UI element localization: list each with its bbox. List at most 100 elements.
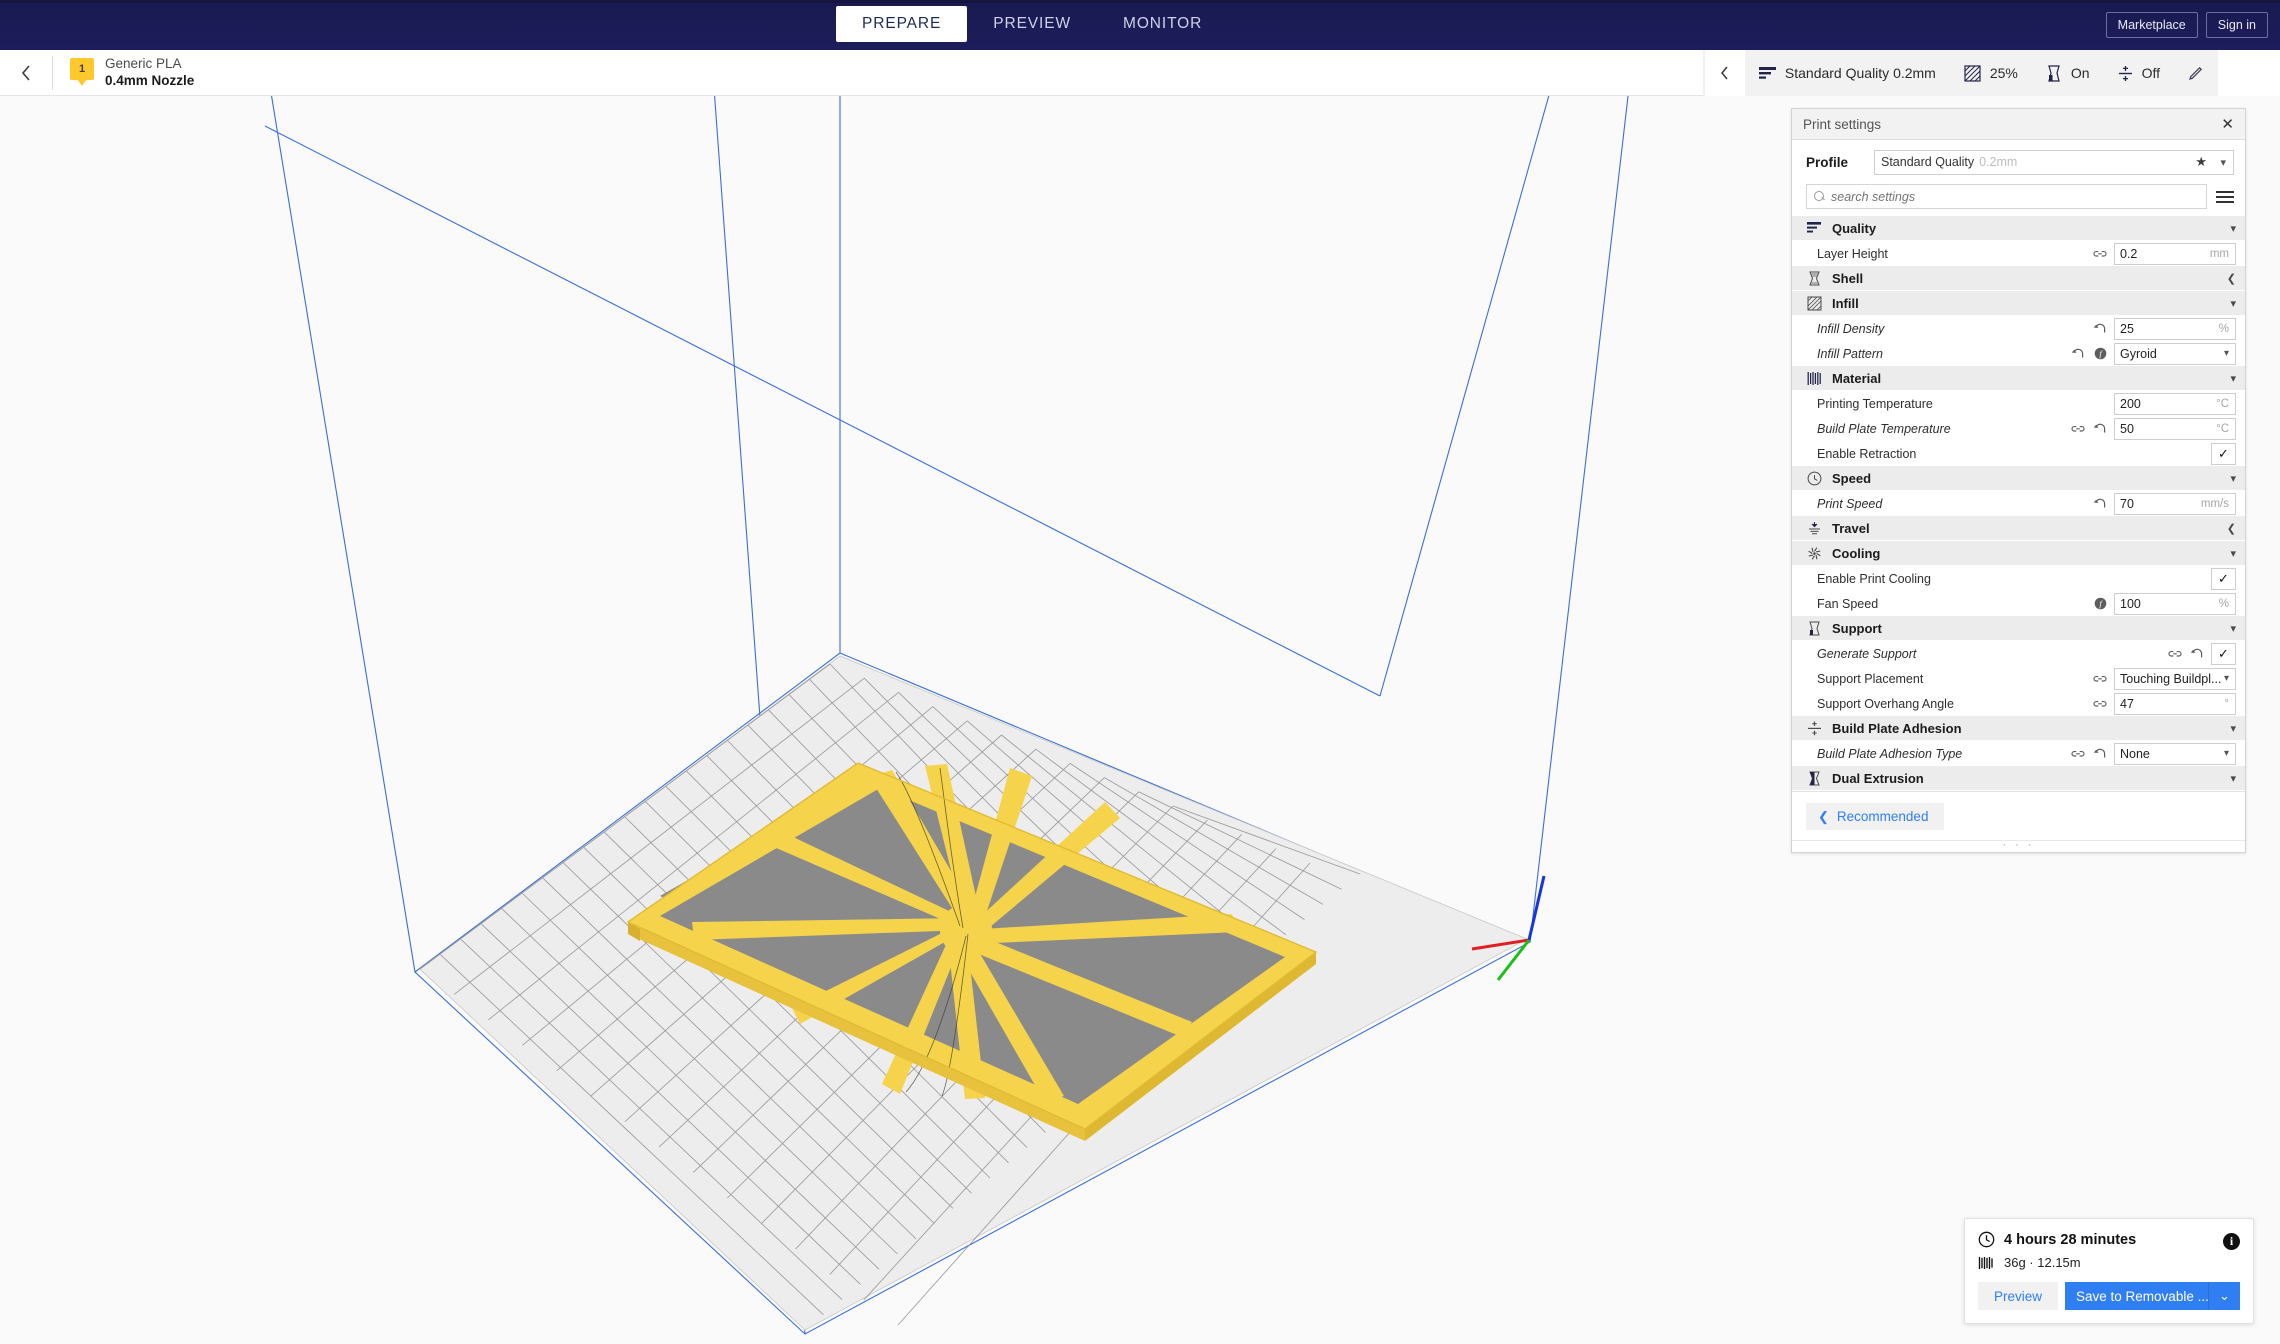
profile-dropdown[interactable]: Standard Quality 0.2mm ★ ▾: [1874, 150, 2234, 175]
reset-icon[interactable]: [2093, 422, 2107, 435]
formula-icon[interactable]: f: [2093, 347, 2107, 361]
setting-select[interactable]: Touching Buildpl...▾: [2114, 668, 2236, 690]
reset-icon[interactable]: [2190, 647, 2204, 660]
setting-value-input[interactable]: 70mm/s: [2114, 493, 2236, 515]
search-settings-box[interactable]: [1806, 184, 2207, 209]
summary-profile[interactable]: Standard Quality 0.2mm: [1745, 50, 1950, 96]
chevron-down-icon[interactable]: ▾: [2230, 622, 2236, 635]
chevron-down-icon[interactable]: ▾: [2230, 372, 2236, 385]
setting-row[interactable]: Support Overhang Angle47°: [1792, 691, 2245, 716]
link-icon[interactable]: [2071, 422, 2085, 436]
setting-row[interactable]: Enable Print Cooling✓: [1792, 566, 2245, 591]
setting-select[interactable]: Gyroid▾: [2114, 343, 2236, 365]
reset-icon[interactable]: [2093, 497, 2107, 511]
chevron-down-icon[interactable]: ▾: [2220, 156, 2226, 169]
settings-category-build-plate-adhesion[interactable]: Build Plate Adhesion▾: [1792, 716, 2245, 741]
tab-preview[interactable]: PREVIEW: [967, 6, 1097, 42]
chevron-down-icon[interactable]: ▾: [2224, 748, 2229, 759]
setting-row[interactable]: Generate Support✓: [1792, 641, 2245, 666]
settings-category-quality[interactable]: Quality▾: [1792, 216, 2245, 241]
setting-row[interactable]: Printing Temperature200°C: [1792, 391, 2245, 416]
setting-checkbox[interactable]: ✓: [2211, 443, 2236, 465]
summary-adhesion[interactable]: Off: [2104, 50, 2174, 96]
chevron-down-icon[interactable]: ▾: [2230, 297, 2236, 310]
link-icon[interactable]: [2093, 673, 2107, 685]
material-selector[interactable]: 1 Generic PLA 0.4mm Nozzle: [53, 56, 194, 90]
setting-value-input[interactable]: 200°C: [2114, 393, 2236, 415]
setting-checkbox[interactable]: ✓: [2211, 568, 2236, 590]
link-icon[interactable]: [2168, 647, 2182, 661]
chevron-down-icon[interactable]: ▾: [2230, 222, 2236, 235]
reset-icon[interactable]: [2093, 497, 2107, 510]
settings-category-speed[interactable]: Speed▾: [1792, 466, 2245, 491]
star-icon[interactable]: ★: [2195, 154, 2207, 170]
setting-row[interactable]: Print Speed70mm/s: [1792, 491, 2245, 516]
signin-button[interactable]: Sign in: [2206, 12, 2268, 38]
reset-icon[interactable]: [2093, 322, 2107, 336]
collapse-left-button[interactable]: [0, 50, 52, 96]
setting-row[interactable]: Build Plate Temperature50°C: [1792, 416, 2245, 441]
setting-checkbox[interactable]: ✓: [2211, 643, 2236, 665]
formula-icon[interactable]: f: [2094, 597, 2107, 610]
chevron-down-icon[interactable]: ▾: [2230, 472, 2236, 485]
settings-category-cooling[interactable]: Cooling▾: [1792, 541, 2245, 566]
link-icon[interactable]: [2071, 423, 2085, 435]
settings-category-infill[interactable]: Infill▾: [1792, 291, 2245, 316]
setting-row[interactable]: Support PlacementTouching Buildpl...▾: [1792, 666, 2245, 691]
settings-list[interactable]: Quality▾Layer Height0.2mmShell❮Infill▾In…: [1792, 216, 2245, 791]
setting-row[interactable]: Fan Speedf100%: [1792, 591, 2245, 616]
link-icon[interactable]: [2093, 698, 2107, 710]
edit-settings-button[interactable]: [2174, 50, 2218, 96]
recommended-button[interactable]: ❮ Recommended: [1806, 803, 1944, 830]
reset-icon[interactable]: [2190, 647, 2204, 661]
formula-icon[interactable]: f: [2093, 597, 2107, 611]
settings-category-support[interactable]: Support▾: [1792, 616, 2245, 641]
setting-row[interactable]: Enable Retraction✓: [1792, 441, 2245, 466]
chevron-down-icon[interactable]: ▾: [2224, 673, 2229, 684]
collapse-right-button[interactable]: [1705, 50, 1745, 96]
chevron-down-icon[interactable]: ▾: [2224, 348, 2229, 359]
settings-category-dual-extrusion[interactable]: Dual Extrusion▾: [1792, 766, 2245, 791]
link-icon[interactable]: [2093, 697, 2107, 711]
chevron-down-icon[interactable]: ▾: [2230, 547, 2236, 560]
settings-category-material[interactable]: Material▾: [1792, 366, 2245, 391]
chevron-down-icon[interactable]: ▾: [2230, 722, 2236, 735]
chevron-left-icon[interactable]: ❮: [2227, 522, 2236, 535]
link-icon[interactable]: [2093, 248, 2107, 260]
reset-icon[interactable]: [2093, 747, 2107, 760]
search-input[interactable]: [1831, 190, 2199, 204]
setting-value-input[interactable]: 47°: [2114, 693, 2236, 715]
setting-row[interactable]: Layer Height0.2mm: [1792, 241, 2245, 266]
close-icon[interactable]: ✕: [2221, 117, 2234, 132]
link-icon[interactable]: [2093, 672, 2107, 686]
settings-category-travel[interactable]: Travel❮: [1792, 516, 2245, 541]
formula-icon[interactable]: f: [2094, 347, 2107, 360]
chevron-down-icon[interactable]: ⌄: [2209, 1282, 2240, 1310]
chevron-down-icon[interactable]: ▾: [2230, 772, 2236, 785]
link-icon[interactable]: [2093, 247, 2107, 261]
reset-icon[interactable]: [2071, 347, 2085, 360]
reset-icon[interactable]: [2071, 347, 2085, 361]
link-icon[interactable]: [2168, 648, 2182, 660]
tab-monitor[interactable]: MONITOR: [1097, 6, 1228, 42]
setting-value-input[interactable]: 0.2mm: [2114, 243, 2236, 265]
reset-icon[interactable]: [2093, 422, 2107, 436]
setting-row[interactable]: Infill Density25%: [1792, 316, 2245, 341]
link-icon[interactable]: [2071, 747, 2085, 761]
link-icon[interactable]: [2071, 748, 2085, 760]
info-icon[interactable]: i: [2223, 1233, 2240, 1250]
settings-category-shell[interactable]: Shell❮: [1792, 266, 2245, 291]
preview-button[interactable]: Preview: [1978, 1282, 2058, 1310]
resize-grip[interactable]: · · ·: [1792, 840, 2245, 852]
setting-value-input[interactable]: 100%: [2114, 593, 2236, 615]
reset-icon[interactable]: [2093, 322, 2107, 335]
tab-prepare[interactable]: PREPARE: [836, 6, 967, 42]
reset-icon[interactable]: [2093, 747, 2107, 761]
marketplace-button[interactable]: Marketplace: [2106, 12, 2198, 38]
summary-infill[interactable]: 25%: [1950, 50, 2032, 96]
setting-row[interactable]: Build Plate Adhesion TypeNone▾: [1792, 741, 2245, 766]
settings-visibility-icon[interactable]: [2216, 188, 2234, 206]
setting-value-input[interactable]: 25%: [2114, 318, 2236, 340]
save-to-removable-button[interactable]: Save to Removable ... ⌄: [2065, 1282, 2240, 1310]
setting-value-input[interactable]: 50°C: [2114, 418, 2236, 440]
